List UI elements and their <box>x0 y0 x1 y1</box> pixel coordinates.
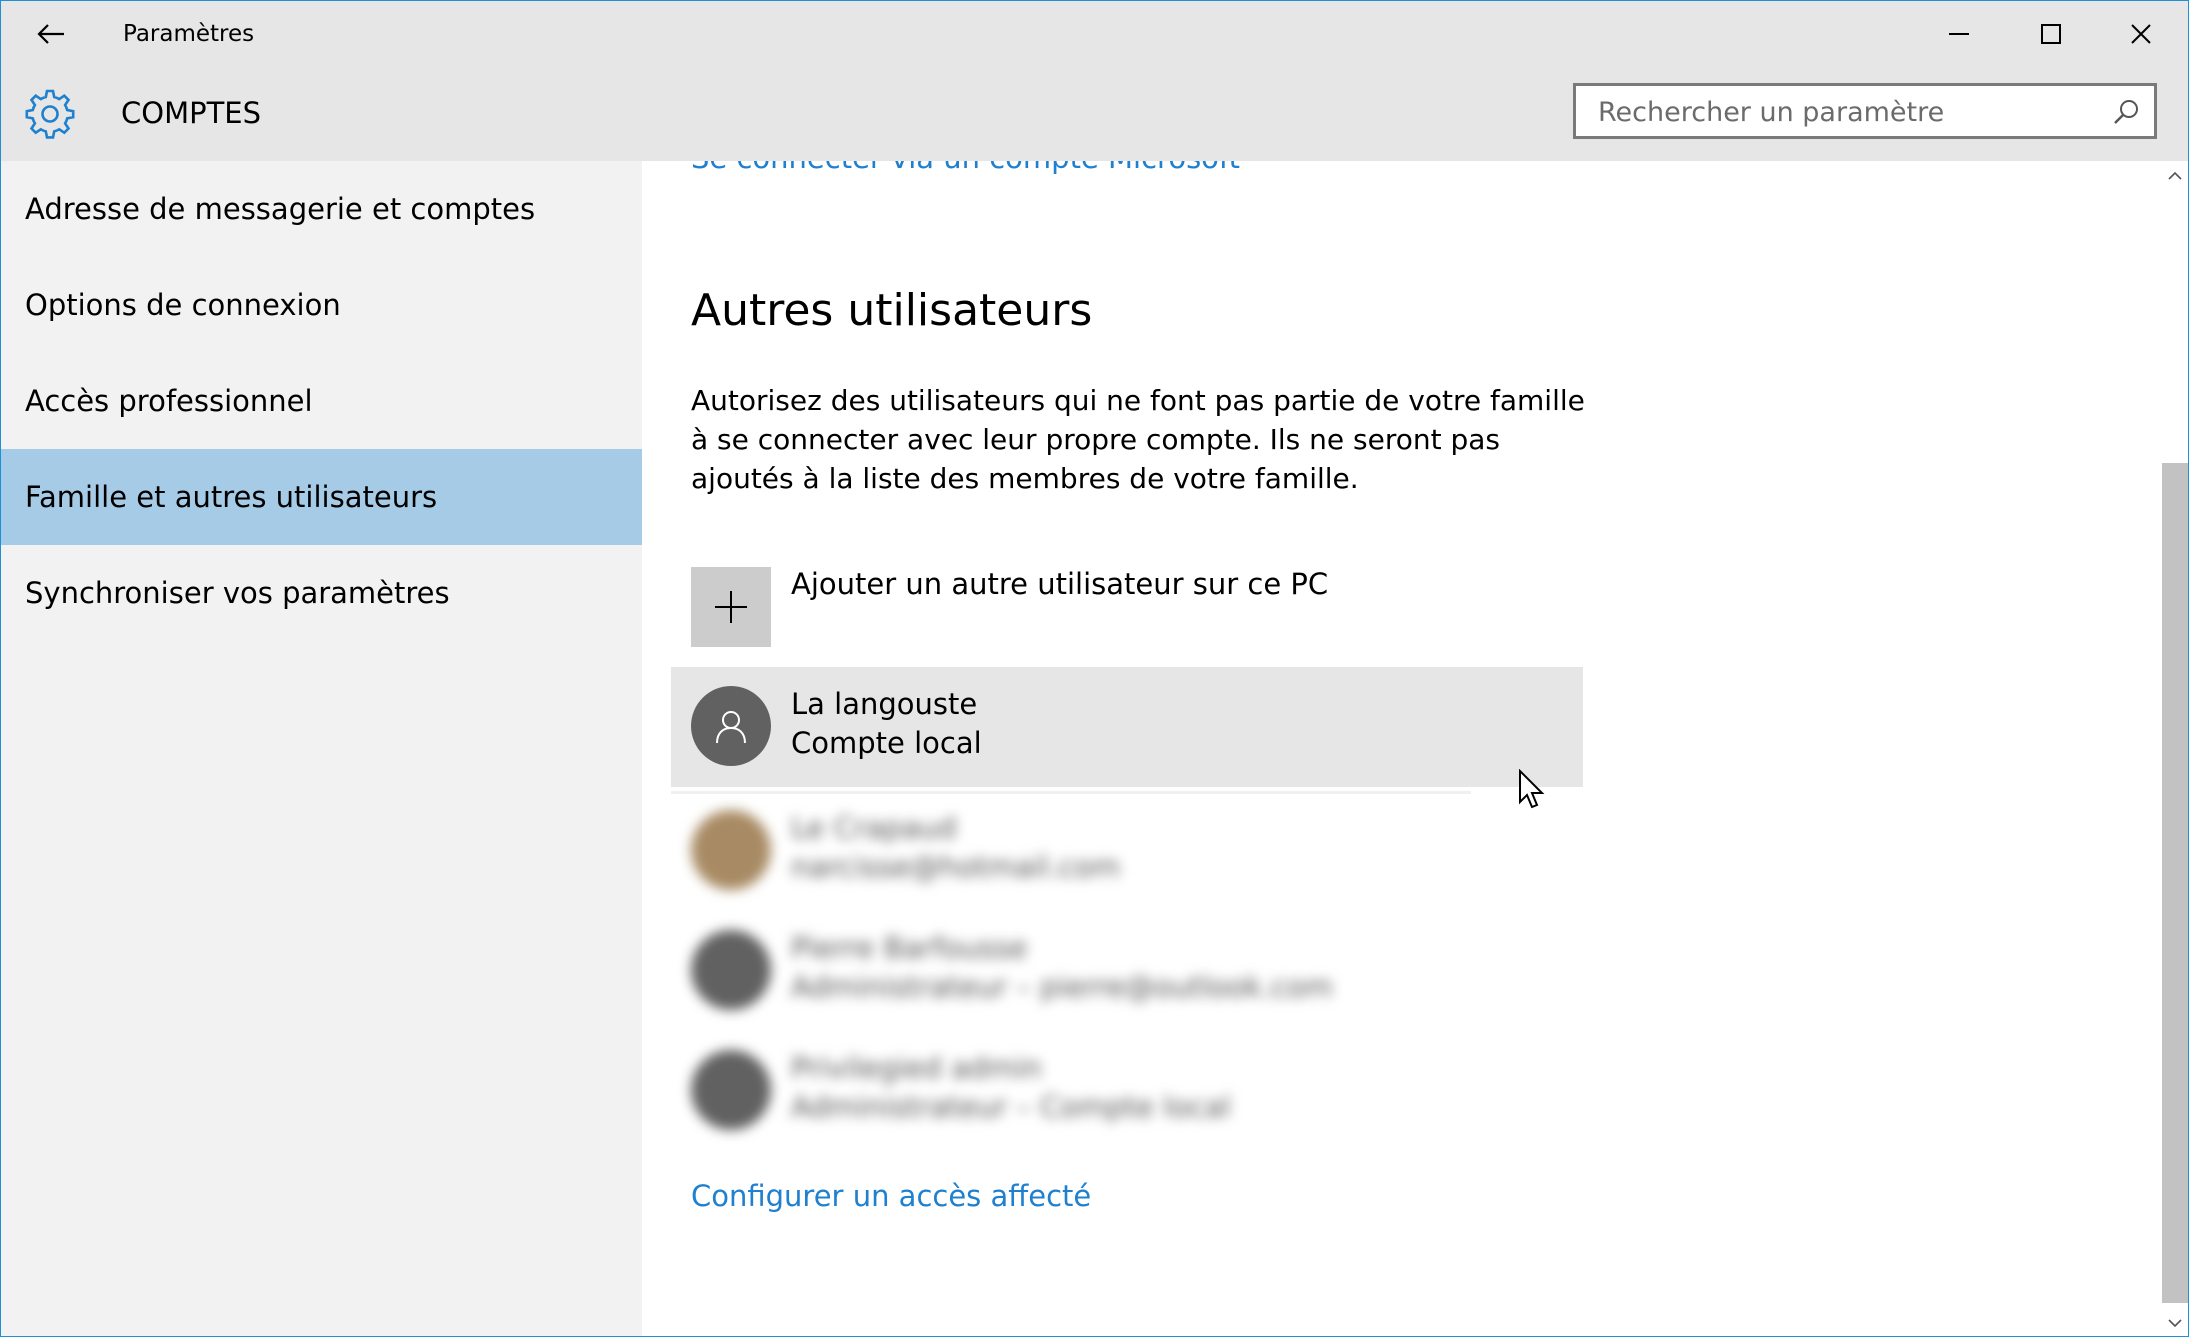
chevron-up-icon <box>2168 171 2182 180</box>
other-users-heading: Autres utilisateurs <box>691 285 1093 336</box>
title-bar: Paramètres <box>1 1 2188 67</box>
avatar <box>691 1050 771 1130</box>
user-item-blurred-3[interactable]: Privilegied admin Administrateur – Compt… <box>671 1031 1583 1151</box>
app-title: Paramètres <box>123 21 255 47</box>
user-account-type: Compte local <box>791 726 982 760</box>
assigned-access-link[interactable]: Configurer un accès affecté <box>691 1179 1091 1213</box>
chevron-down-icon <box>2168 1319 2182 1328</box>
avatar <box>691 930 771 1010</box>
sidebar-item-label: Options de connexion <box>25 288 341 322</box>
sidebar: Adresse de messagerie et comptes Options… <box>1 161 642 1336</box>
avatar <box>691 810 771 890</box>
back-arrow-icon <box>37 24 64 44</box>
plus-icon <box>715 591 747 623</box>
user-name: Pierre Barfousse <box>791 931 1028 965</box>
add-user-button[interactable]: Ajouter un autre utilisateur sur ce PC <box>691 567 1541 649</box>
add-user-label: Ajouter un autre utilisateur sur ce PC <box>791 567 1329 601</box>
scroll-thumb[interactable] <box>2162 463 2188 1303</box>
person-icon <box>716 711 746 744</box>
user-name: Privilegied admin <box>791 1051 1042 1085</box>
maximize-icon <box>2041 24 2061 44</box>
search-input[interactable] <box>1596 86 2100 138</box>
scroll-down-button[interactable] <box>2162 1312 2188 1334</box>
settings-window: Paramètres COMPTES Adre <box>0 0 2189 1337</box>
section-title: COMPTES <box>121 96 262 130</box>
scroll-up-button[interactable] <box>2162 165 2188 187</box>
minimize-button[interactable] <box>1913 1 2005 67</box>
avatar <box>691 686 771 766</box>
sidebar-item-work-access[interactable]: Accès professionnel <box>1 353 642 449</box>
user-name: La langouste <box>791 687 978 721</box>
user-item-blurred-2[interactable]: Pierre Barfousse Administrateur – pierre… <box>671 911 1583 1031</box>
sidebar-item-email-accounts[interactable]: Adresse de messagerie et comptes <box>1 161 642 257</box>
header: COMPTES <box>1 67 2188 161</box>
sidebar-item-label: Famille et autres utilisateurs <box>25 480 438 514</box>
back-button[interactable] <box>23 11 79 57</box>
close-icon <box>2131 24 2151 44</box>
user-item-la-langouste[interactable]: La langouste Compte local <box>671 667 1583 787</box>
add-user-tile <box>691 567 771 647</box>
search-box[interactable] <box>1573 83 2157 139</box>
scrollbar[interactable] <box>2162 161 2188 1336</box>
main-content: Se connecter via un compte Microsoft Aut… <box>642 161 2162 1336</box>
close-button[interactable] <box>2095 1 2187 67</box>
sidebar-item-label: Adresse de messagerie et comptes <box>25 192 536 226</box>
minimize-icon <box>1949 33 1969 35</box>
sidebar-item-label: Accès professionnel <box>25 384 313 418</box>
sidebar-item-family-other-users[interactable]: Famille et autres utilisateurs <box>1 449 642 545</box>
user-account-type: narcisse@hotmail.com <box>791 850 1121 884</box>
sidebar-item-sign-in-options[interactable]: Options de connexion <box>1 257 642 353</box>
user-account-type: Administrateur – pierre@outlook.com <box>791 970 1333 1004</box>
microsoft-account-link[interactable]: Se connecter via un compte Microsoft <box>691 161 1240 175</box>
user-account-type: Administrateur – Compte local <box>791 1090 1231 1124</box>
user-item-blurred-1[interactable]: Le Crapaud narcisse@hotmail.com <box>671 791 1583 911</box>
user-name: Le Crapaud <box>791 811 957 845</box>
sidebar-item-sync-settings[interactable]: Synchroniser vos paramètres <box>1 545 642 641</box>
sidebar-item-label: Synchroniser vos paramètres <box>25 576 450 610</box>
maximize-button[interactable] <box>2005 1 2097 67</box>
gear-icon <box>25 89 75 139</box>
other-users-description: Autorisez des utilisateurs qui ne font p… <box>691 384 1585 495</box>
search-icon[interactable] <box>2112 98 2140 126</box>
